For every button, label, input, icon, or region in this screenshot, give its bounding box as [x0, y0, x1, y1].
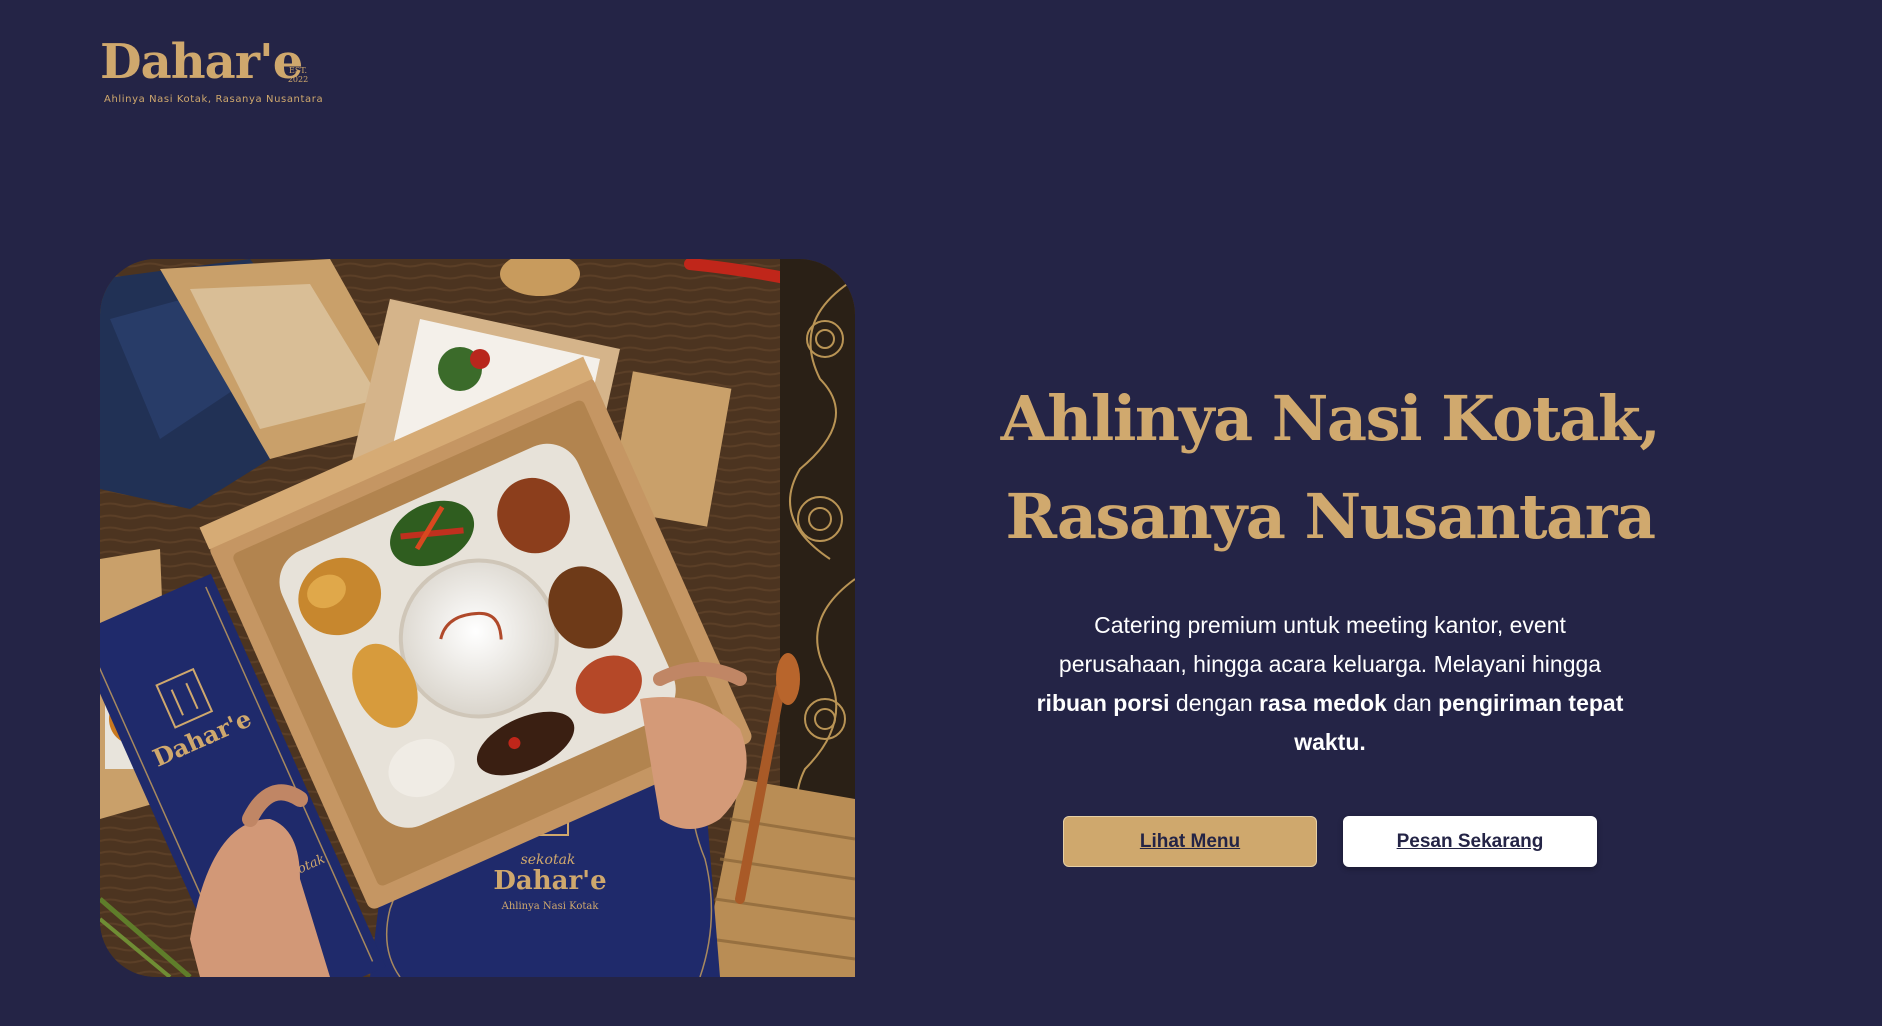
brand-name: Dahar'e	[100, 34, 303, 90]
box-tagline: Ahlinya Nasi Kotak	[501, 901, 600, 912]
hero-title-line2: Rasanya Nusantara	[1005, 480, 1656, 553]
nasi-kotak-photo: sekotak Dahar'e Ahlinya Nasi Kotak Dahar…	[100, 259, 855, 977]
hero-section: Ahlinya Nasi Kotak, Rasanya Nusantara Ca…	[995, 370, 1665, 867]
hero-description: Catering premium untuk meeting kantor, e…	[1036, 612, 1624, 755]
hero-title: Ahlinya Nasi Kotak, Rasanya Nusantara	[995, 370, 1665, 566]
brand-tagline: Ahlinya Nasi Kotak, Rasanya Nusantara	[104, 94, 324, 105]
box-brand: Dahar'e	[493, 866, 606, 896]
highlight-rasa-medok: rasa medok	[1259, 690, 1387, 716]
brand-logo[interactable]: Dahar'e EST. 2022 Ahlinya Nasi Kotak, Ra…	[100, 34, 324, 114]
hero-food-image: sekotak Dahar'e Ahlinya Nasi Kotak Dahar…	[100, 259, 855, 977]
highlight-ribuan-porsi: ribuan porsi	[1036, 690, 1170, 716]
lihat-menu-button[interactable]: Lihat Menu	[1063, 816, 1317, 867]
hero-title-line1: Ahlinya Nasi Kotak,	[1000, 382, 1661, 455]
brand-est: EST. 2022	[287, 66, 309, 84]
pesan-sekarang-button[interactable]: Pesan Sekarang	[1343, 816, 1597, 867]
hero-actions: Lihat Menu Pesan Sekarang	[995, 816, 1665, 867]
